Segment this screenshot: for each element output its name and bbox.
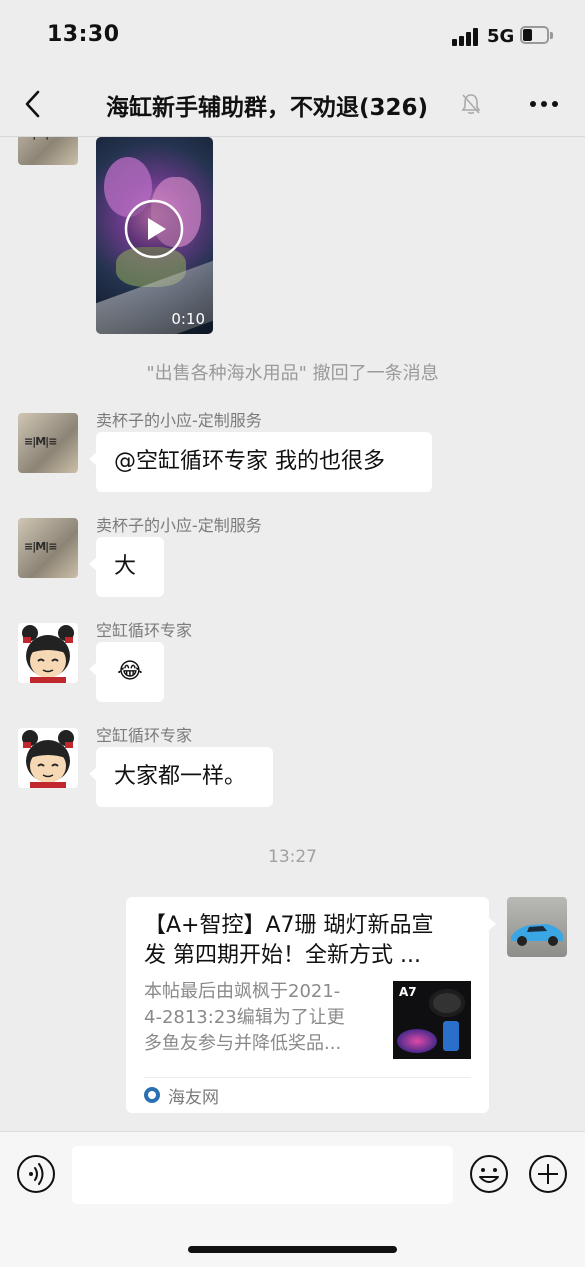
link-card-divider bbox=[144, 1077, 471, 1078]
link-card[interactable]: 【A+智控】A7珊 瑚灯新品宣 发 第四期开始！全新方式 ... 本帖最后由飒枫… bbox=[126, 897, 496, 1113]
voice-icon[interactable] bbox=[16, 1154, 56, 1194]
play-icon[interactable] bbox=[124, 199, 184, 259]
message-bubble[interactable]: @空缸循环专家 我的也很多 bbox=[89, 432, 432, 492]
sender-name: 空缸循环专家 bbox=[96, 726, 193, 745]
source-logo-icon bbox=[144, 1087, 160, 1103]
link-card-title-line: 发 第四期开始！全新方式 ... bbox=[144, 943, 421, 968]
video-message[interactable]: 0:10 bbox=[96, 137, 213, 334]
emoji-icon[interactable] bbox=[469, 1154, 509, 1194]
link-card-title: 【A+智控】A7珊 瑚灯新品宣 发 第四期开始！全新方式 ... bbox=[144, 911, 474, 971]
link-card-thumbnail: A7 bbox=[393, 981, 471, 1059]
link-card-description: 本帖最后由飒枫于2021- 4-2813:23编辑为了让更 多鱼友参与并降低奖品… bbox=[144, 979, 379, 1057]
link-card-source: 海友网 bbox=[168, 1088, 219, 1108]
cartoon-girl-avatar[interactable] bbox=[18, 728, 78, 788]
status-time: 13:30 bbox=[47, 22, 120, 47]
message-bubble[interactable]: 大 bbox=[89, 537, 164, 597]
link-card-desc-line: 4-2813:23编辑为了让更 bbox=[144, 1007, 345, 1028]
shop-avatar[interactable]: ≡|M|≡ bbox=[18, 413, 78, 473]
shop-avatar[interactable]: ≡|M|≡ bbox=[18, 518, 78, 578]
cartoon-girl-avatar[interactable] bbox=[18, 623, 78, 683]
message-bubble[interactable]: 大家都一样。 bbox=[89, 747, 273, 807]
battery-icon bbox=[520, 26, 554, 46]
link-card-desc-line: 多鱼友参与并降低奖品... bbox=[144, 1033, 342, 1054]
sender-name: 空缸循环专家 bbox=[96, 621, 193, 640]
status-bar: 13:30 5G bbox=[0, 0, 585, 72]
mute-bell-icon bbox=[461, 94, 481, 114]
chat-title: 海缸新手辅助群，不劝退(326) bbox=[106, 95, 429, 121]
back-icon[interactable] bbox=[18, 86, 48, 122]
sender-name: 卖杯子的小应-定制服务 bbox=[96, 411, 262, 430]
home-indicator[interactable] bbox=[188, 1246, 397, 1253]
network-label: 5G bbox=[487, 26, 515, 47]
more-options-icon[interactable] bbox=[528, 94, 560, 114]
signal-icon bbox=[452, 28, 482, 46]
link-card-desc-line: 本帖最后由飒枫于2021- bbox=[144, 981, 341, 1002]
recall-notice: "出售各种海水用品" 撤回了一条消息 bbox=[146, 363, 439, 384]
plus-icon[interactable] bbox=[528, 1154, 568, 1194]
link-card-title-line: 【A+智控】A7珊 瑚灯新品宣 bbox=[144, 913, 434, 938]
chat-header: 海缸新手辅助群，不劝退(326) bbox=[0, 72, 585, 137]
chat-messages[interactable]: ≡|M|≡ 0:10 "出售各种海水用品" 撤回了一条消息 ≡|M|≡ 卖杯子的… bbox=[0, 137, 585, 1130]
video-duration: 0:10 bbox=[171, 310, 205, 328]
own-avatar[interactable] bbox=[507, 897, 567, 957]
message-input[interactable] bbox=[72, 1146, 453, 1204]
sender-name: 卖杯子的小应-定制服务 bbox=[96, 516, 262, 535]
message-timestamp: 13:27 bbox=[268, 847, 317, 867]
shop-avatar[interactable]: ≡|M|≡ bbox=[18, 137, 78, 165]
message-bubble[interactable]: 😂 bbox=[89, 642, 164, 702]
input-bar bbox=[0, 1131, 585, 1267]
thumbnail-label: A7 bbox=[399, 985, 417, 999]
